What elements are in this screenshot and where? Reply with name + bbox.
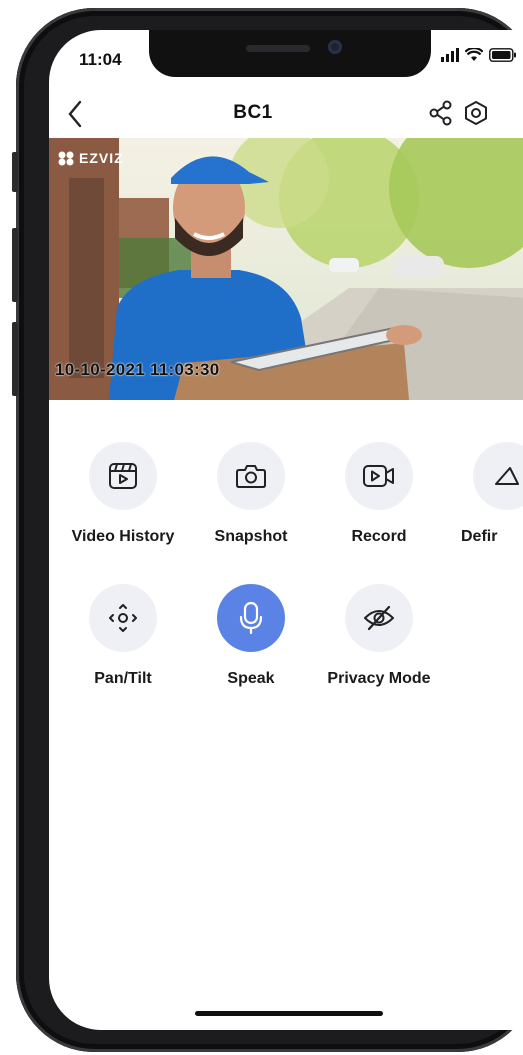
privacy-mode-label: Privacy Mode — [327, 670, 431, 687]
speak-button[interactable]: Speak — [181, 584, 321, 688]
notch — [149, 30, 431, 77]
share-button[interactable] — [429, 100, 453, 131]
ezviz-brand-text: EZVIZ — [79, 150, 124, 166]
volume-down-button — [12, 322, 18, 396]
front-camera — [328, 40, 342, 54]
definition-label: Defir — [461, 528, 498, 545]
video-history-label: Video History — [71, 528, 175, 545]
definition-button[interactable]: Defir — [437, 442, 523, 546]
page-title: BC1 — [233, 102, 273, 123]
signal-icon — [441, 48, 459, 62]
pan-tilt-label: Pan/Tilt — [94, 670, 152, 687]
speak-circle — [217, 584, 285, 652]
volume-up-button — [12, 228, 18, 302]
snapshot-label: Snapshot — [214, 528, 288, 545]
pan-tilt-icon — [109, 604, 137, 632]
video-history-icon — [109, 463, 137, 489]
mute-switch — [12, 152, 18, 192]
video-history-button[interactable]: Video History — [53, 442, 193, 546]
privacy-mode-circle — [345, 584, 413, 652]
home-indicator[interactable] — [195, 1011, 383, 1016]
record-label: Record — [351, 528, 407, 545]
settings-button[interactable] — [463, 100, 489, 131]
hex-settings-icon — [465, 101, 487, 125]
app-screen: 11:04 BC1 EZVIZ 10-10-2021 11:03:30 Vide… — [49, 30, 523, 1030]
snapshot-button[interactable]: Snapshot — [181, 442, 321, 546]
record-button[interactable]: Record — [309, 442, 449, 546]
definition-circle — [473, 442, 523, 510]
ezviz-logo: EZVIZ — [57, 150, 124, 166]
camera-icon — [236, 465, 266, 488]
wifi-icon — [465, 48, 483, 61]
video-timestamp: 10-10-2021 11:03:30 — [55, 360, 220, 379]
record-circle — [345, 442, 413, 510]
ezviz-logo-icon — [58, 151, 74, 166]
microphone-icon — [239, 601, 263, 635]
earpiece-speaker — [246, 45, 310, 52]
pan-tilt-button[interactable]: Pan/Tilt — [53, 584, 193, 688]
snapshot-circle — [217, 442, 285, 510]
app-header: BC1 — [49, 92, 523, 138]
share-icon — [429, 100, 452, 126]
privacy-mode-button[interactable]: Privacy Mode — [309, 584, 449, 688]
video-history-circle — [89, 442, 157, 510]
live-video-feed[interactable]: EZVIZ 10-10-2021 11:03:30 — [49, 138, 523, 400]
speak-label: Speak — [227, 670, 275, 687]
eye-off-icon — [364, 605, 394, 631]
pan-tilt-circle — [89, 584, 157, 652]
video-record-icon — [363, 465, 394, 487]
status-time: 11:04 — [79, 50, 122, 69]
battery-icon — [489, 48, 516, 62]
status-icons — [441, 48, 517, 62]
definition-icon — [495, 467, 519, 485]
